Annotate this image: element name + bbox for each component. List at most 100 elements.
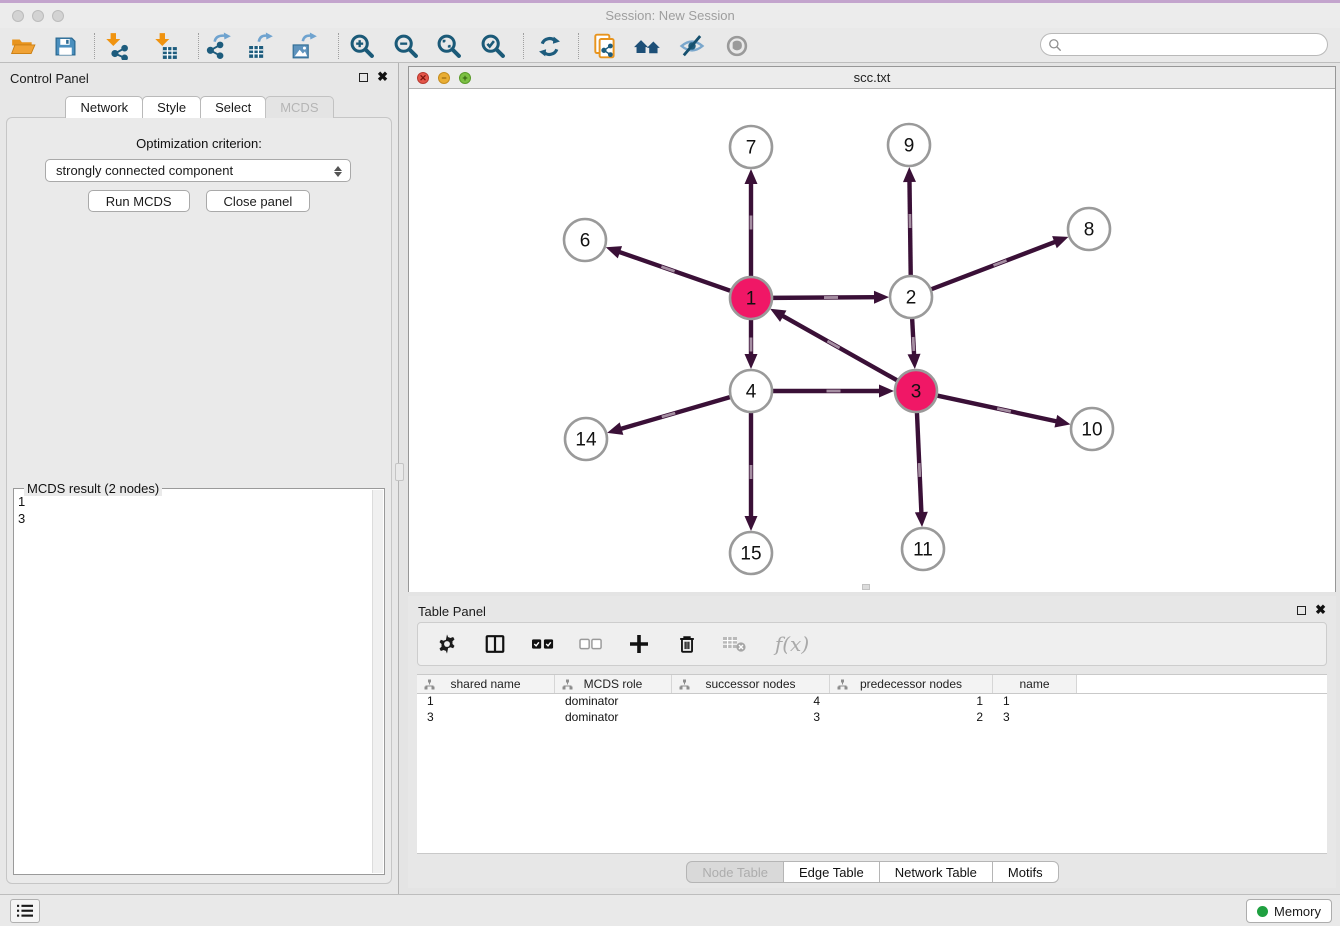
toolbar-separator — [578, 33, 579, 59]
edge-arrowhead — [745, 169, 758, 184]
optimization-dropdown[interactable]: strongly connected component — [45, 159, 351, 182]
search-field[interactable] — [1040, 33, 1328, 56]
search-icon — [1048, 38, 1062, 52]
tab-style[interactable]: Style — [142, 96, 201, 118]
export-image-icon — [291, 32, 319, 60]
tab-select[interactable]: Select — [200, 96, 266, 118]
export-table-button[interactable] — [246, 31, 276, 61]
canvas-grip[interactable] — [862, 584, 870, 590]
show-column-button[interactable] — [482, 631, 508, 657]
float-table-panel-icon[interactable] — [1297, 606, 1306, 615]
edge-arrowhead — [915, 512, 928, 527]
result-scrollbar[interactable] — [372, 490, 383, 873]
table-cell[interactable]: 1 — [830, 694, 993, 710]
zoom-selected-icon — [479, 32, 507, 60]
table-cell[interactable]: dominator — [555, 694, 672, 710]
network-canvas[interactable]: 7968124314101511 — [409, 89, 1335, 592]
hierarchy-sort-icon — [424, 679, 435, 690]
column-header-MCDS-role[interactable]: MCDS role — [555, 675, 672, 693]
open-session-button[interactable] — [8, 31, 38, 61]
edge-1-6[interactable] — [618, 252, 731, 292]
node-label-15: 15 — [740, 544, 761, 565]
edge-arrowhead — [606, 246, 622, 258]
float-panel-icon[interactable] — [359, 73, 368, 82]
table-cell[interactable]: 3 — [993, 710, 1077, 726]
column-header-name[interactable]: name — [993, 675, 1077, 693]
edge-label — [827, 340, 841, 349]
tab-mcds[interactable]: MCDS — [265, 96, 333, 118]
node-label-2: 2 — [906, 288, 917, 309]
edge-arrowhead — [879, 385, 894, 398]
export-image-button[interactable] — [290, 31, 320, 61]
toolbar-separator — [94, 33, 95, 59]
import-network-icon — [102, 32, 130, 60]
search-input[interactable] — [1066, 38, 1327, 52]
table-row[interactable]: 1dominator411 — [417, 694, 1327, 710]
import-table-button[interactable] — [150, 31, 180, 61]
gear-icon — [436, 633, 458, 655]
table-options-button[interactable] — [434, 631, 460, 657]
zoom-selected-button[interactable] — [478, 31, 508, 61]
tab-edge-table[interactable]: Edge Table — [783, 861, 880, 883]
zoom-out-button[interactable] — [391, 31, 421, 61]
edge-arrowhead — [908, 354, 921, 369]
show-eye-icon — [724, 33, 750, 59]
table-tabs: Node TableEdge TableNetwork TableMotifs — [408, 861, 1336, 883]
mcds-result-text[interactable]: 1 3 — [18, 493, 370, 872]
edge-label — [661, 412, 675, 419]
show-all-button[interactable] — [722, 31, 752, 61]
select-all-button[interactable] — [530, 631, 556, 657]
network-window-titlebar[interactable]: ✕ − + scc.txt — [409, 67, 1335, 89]
table-cell[interactable]: dominator — [555, 710, 672, 726]
table-cell[interactable]: 2 — [830, 710, 993, 726]
tab-node-table[interactable]: Node Table — [686, 861, 784, 883]
hide-eye-icon — [678, 32, 706, 60]
refresh-arrows-icon — [536, 33, 563, 60]
import-network-button[interactable] — [101, 31, 131, 61]
column-header-predecessor-nodes[interactable]: predecessor nodes — [830, 675, 993, 693]
table-cell[interactable]: 3 — [417, 710, 555, 726]
copy-network-icon — [591, 32, 619, 60]
edge-4-14[interactable] — [620, 397, 731, 429]
zoom-in-button[interactable] — [347, 31, 377, 61]
table-cell[interactable]: 1 — [993, 694, 1077, 710]
save-session-button[interactable] — [50, 31, 80, 61]
table-cell[interactable]: 1 — [417, 694, 555, 710]
main-toolbar — [0, 28, 1340, 63]
clone-network-button[interactable] — [590, 31, 620, 61]
node-label-11: 11 — [913, 540, 933, 561]
tab-network-table[interactable]: Network Table — [879, 861, 993, 883]
close-panel-button[interactable]: Close panel — [206, 190, 311, 212]
table-cell[interactable]: 3 — [672, 710, 830, 726]
tab-motifs[interactable]: Motifs — [992, 861, 1059, 883]
control-panel-tabs: NetworkStyleSelectMCDS — [0, 96, 398, 118]
export-network-button[interactable] — [204, 31, 234, 61]
splitter-grip[interactable] — [395, 463, 404, 481]
zoom-fit-button[interactable] — [434, 31, 464, 61]
column-header-successor-nodes[interactable]: successor nodes — [672, 675, 830, 693]
table-cell[interactable]: 4 — [672, 694, 830, 710]
task-history-button[interactable] — [10, 899, 40, 923]
close-panel-icon[interactable]: ✖ — [377, 72, 388, 82]
deselect-all-button[interactable] — [578, 631, 604, 657]
delete-selected-button[interactable] — [674, 631, 700, 657]
close-table-panel-icon[interactable]: ✖ — [1315, 605, 1326, 615]
node-label-4: 4 — [746, 382, 757, 403]
node-label-10: 10 — [1081, 420, 1102, 441]
table-body: 1dominator4113dominator323 — [417, 694, 1327, 726]
app-title: Session: New Session — [0, 8, 1340, 23]
network-view-title: scc.txt — [409, 70, 1335, 85]
table-row[interactable]: 3dominator323 — [417, 710, 1327, 726]
hide-selected-button[interactable] — [677, 31, 707, 61]
memory-button[interactable]: Memory — [1246, 899, 1332, 923]
fx-icon: f(x) — [775, 632, 809, 656]
node-label-9: 9 — [904, 136, 915, 157]
column-header-shared-name[interactable]: shared name — [417, 675, 555, 693]
edge-arrowhead — [607, 422, 623, 434]
run-mcds-button[interactable]: Run MCDS — [88, 190, 190, 212]
first-neighbors-button[interactable] — [633, 31, 663, 61]
add-row-button[interactable] — [626, 631, 652, 657]
node-label-8: 8 — [1084, 220, 1095, 241]
tab-network[interactable]: Network — [65, 96, 143, 118]
apply-layout-button[interactable] — [534, 31, 564, 61]
